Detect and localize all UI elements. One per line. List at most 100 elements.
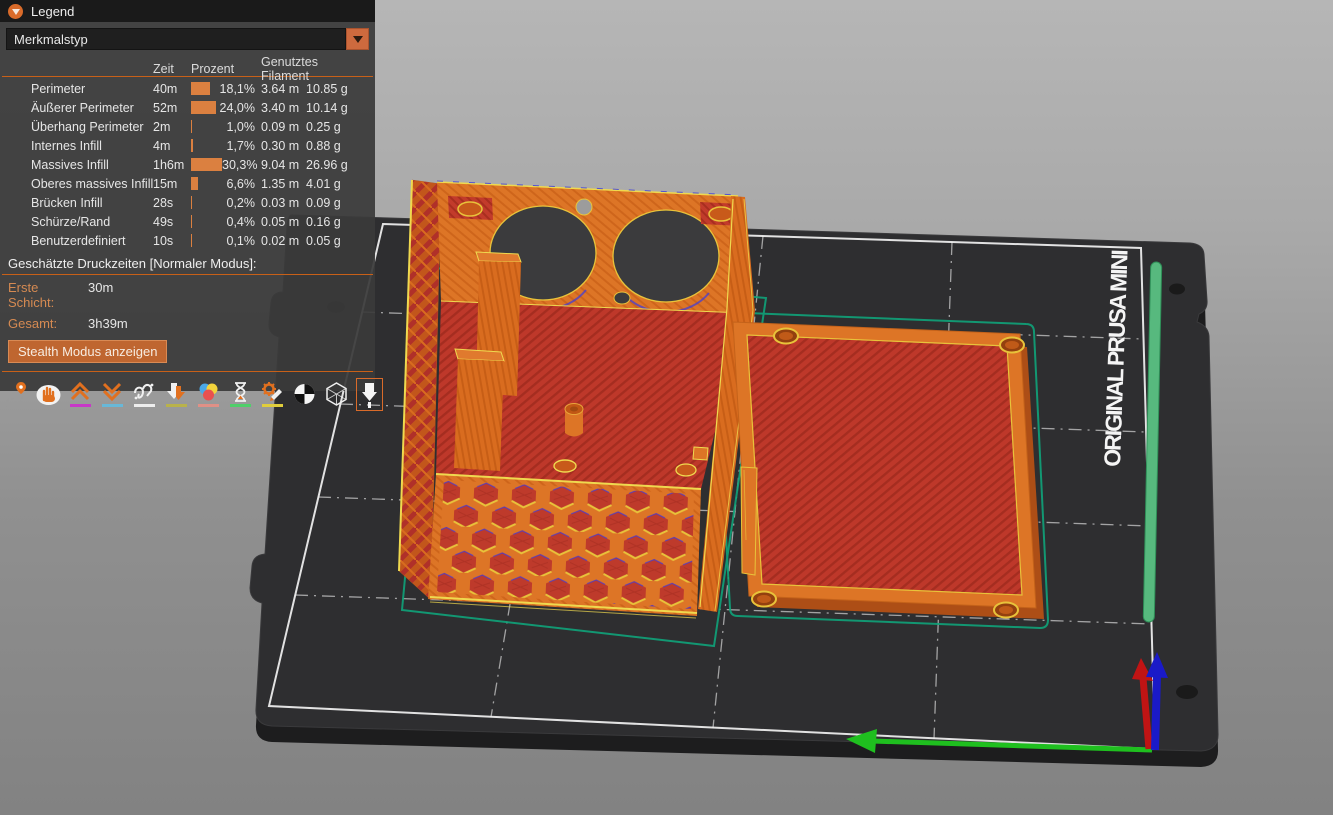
feature-length: 0.02 m (261, 234, 306, 248)
feature-percent: 0,2% (227, 196, 262, 210)
center-of-gravity-icon[interactable] (292, 378, 317, 411)
color-changes-icon[interactable] (196, 378, 221, 411)
feature-percent: 18,1% (220, 82, 261, 96)
feature-percent-bar (191, 196, 192, 209)
corner-boss (676, 464, 696, 476)
col-header-filament: Genutztes Filament (261, 55, 354, 83)
feature-weight: 10.14 g (306, 101, 354, 115)
feature-percent-bar (191, 82, 210, 95)
feature-weight: 0.16 g (306, 215, 354, 229)
travels-icon[interactable] (4, 378, 29, 411)
feature-time: 2m (153, 120, 191, 134)
feature-percent: 30,3% (222, 158, 263, 172)
feature-weight: 10.85 g (306, 82, 354, 96)
feature-table-row: Perimeter 40m 18,1% 3.64 m 10.85 g (0, 79, 375, 98)
feature-length: 3.40 m (261, 101, 306, 115)
shells-icon[interactable] (324, 378, 349, 411)
feature-length: 0.05 m (261, 215, 306, 229)
feature-percent-bar (191, 158, 222, 171)
feature-label: Perimeter (31, 82, 153, 96)
feature-time: 40m (153, 82, 191, 96)
feature-table-row: Oberes massives Infill 15m 6,6% 1.35 m 4… (0, 174, 375, 193)
first-layer-value: 30m (88, 280, 367, 310)
feature-label: Überhang Perimeter (31, 120, 153, 134)
feature-label: Oberes massives Infill (31, 177, 153, 191)
tool-changes-icon[interactable] (164, 378, 189, 411)
feature-table-row: Internes Infill 4m 1,7% 0.30 m 0.88 g (0, 136, 375, 155)
feature-percent: 0,1% (227, 234, 262, 248)
feature-percent-bar (191, 139, 193, 152)
bed-hole (1169, 284, 1185, 295)
wipe-icon[interactable] (36, 378, 61, 411)
feature-length: 0.09 m (261, 120, 306, 134)
feature-weight: 26.96 g (306, 158, 354, 172)
feature-percent-bar (191, 215, 192, 228)
feature-percent-bar (191, 120, 192, 133)
legend-title: Legend (31, 4, 74, 19)
col-header-time: Zeit (153, 62, 191, 76)
feature-table-row: Überhang Perimeter 2m 1,0% 0.09 m 0.25 g (0, 117, 375, 136)
separator-line (2, 371, 373, 372)
view-type-value: Merkmalstyp (14, 32, 88, 47)
total-time-value: 3h39m (88, 316, 367, 331)
bed-hole (1176, 685, 1198, 699)
feature-percent-bar (191, 101, 216, 114)
seams-icon[interactable] (132, 378, 157, 411)
view-type-dropdown-button[interactable] (346, 28, 369, 50)
custom-gcodes-icon[interactable] (260, 378, 285, 411)
feature-time: 15m (153, 177, 191, 191)
total-time-row: Gesamt: 3h39m (0, 313, 375, 334)
legend-panel: Legend Merkmalstyp Zeit Prozent Genutzte… (0, 0, 375, 391)
stealth-mode-button[interactable]: Stealth Modus anzeigen (8, 340, 167, 363)
lid-side-tab (741, 467, 757, 575)
feature-weight: 0.09 g (306, 196, 354, 210)
feature-label: Schürze/Rand (31, 215, 153, 229)
feature-label: Internes Infill (31, 139, 153, 153)
feature-weight: 0.25 g (306, 120, 354, 134)
feature-table-header: Zeit Prozent Genutztes Filament (0, 55, 375, 75)
feature-label: Massives Infill (31, 158, 153, 172)
feature-percent: 0,4% (227, 215, 262, 229)
separator-line (2, 274, 373, 275)
feature-label: Äußerer Perimeter (31, 101, 153, 115)
feature-percent: 6,6% (227, 177, 262, 191)
feature-percent-bar (191, 177, 198, 190)
feature-length: 1.35 m (261, 177, 306, 191)
tool-marker-icon[interactable] (356, 378, 383, 411)
feature-table-row: Äußerer Perimeter 52m 24,0% 3.40 m 10.14… (0, 98, 375, 117)
feature-time: 10s (153, 234, 191, 248)
feature-table-row: Benutzerdefiniert 10s 0,1% 0.02 m 0.05 g (0, 231, 375, 250)
estimates-title: Geschätzte Druckzeiten [Normaler Modus]: (0, 250, 375, 273)
feature-label: Brücken Infill (31, 196, 153, 210)
model-lid-plate[interactable] (733, 322, 1044, 619)
pause-prints-icon[interactable] (228, 378, 253, 411)
legend-panel-header: Legend (0, 0, 375, 22)
feature-time: 4m (153, 139, 191, 153)
total-time-label: Gesamt: (8, 316, 88, 331)
slicer-logo-icon (8, 4, 23, 19)
box-honeycomb (437, 480, 694, 609)
feature-table-body: Perimeter 40m 18,1% 3.64 m 10.85 g Äußer… (0, 79, 375, 250)
deretractions-icon[interactable] (100, 378, 125, 411)
interior-boss (554, 460, 576, 472)
feature-table-row: Schürze/Rand 49s 0,4% 0.05 m 0.16 g (0, 212, 375, 231)
feature-length: 0.30 m (261, 139, 306, 153)
small-hole-top (576, 199, 592, 215)
preview-options-toolbar (0, 374, 375, 415)
feature-percent: 1,7% (227, 139, 262, 153)
feature-percent: 1,0% (227, 120, 262, 134)
feature-time: 52m (153, 101, 191, 115)
first-layer-label: Erste Schicht: (8, 280, 88, 310)
first-layer-row: Erste Schicht: 30m (0, 277, 375, 313)
retractions-icon[interactable] (68, 378, 93, 411)
feature-length: 3.64 m (261, 82, 306, 96)
internal-wall-2 (454, 349, 504, 471)
small-hole-mid (614, 292, 630, 304)
feature-weight: 4.01 g (306, 177, 354, 191)
feature-time: 28s (153, 196, 191, 210)
feature-weight: 0.05 g (306, 234, 354, 248)
feature-percent-bar (191, 234, 192, 247)
wall-notch (693, 447, 708, 460)
axis-z-blue (1155, 675, 1157, 750)
view-type-dropdown[interactable]: Merkmalstyp (6, 28, 346, 50)
